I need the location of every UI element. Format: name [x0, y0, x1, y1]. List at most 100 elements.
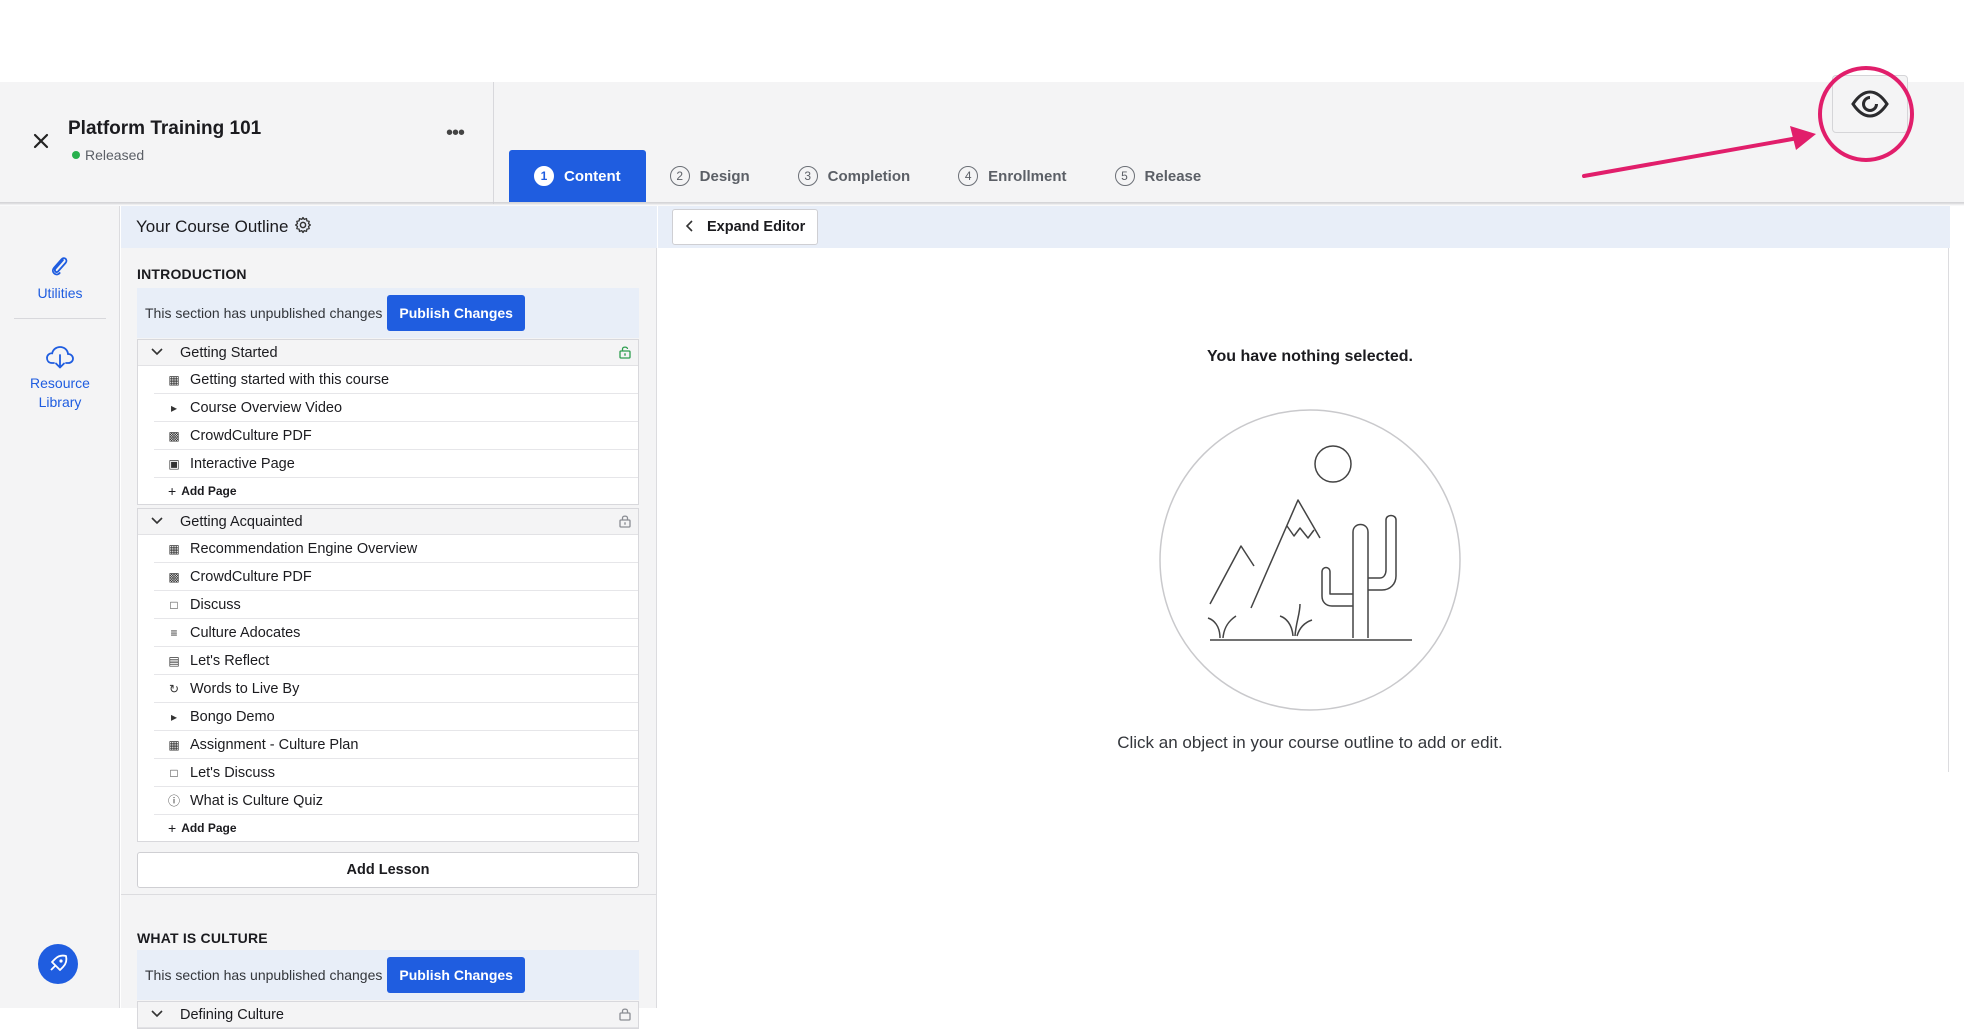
cloud-download-icon [46, 346, 74, 369]
editor-border [1948, 248, 1949, 772]
tab-number: 5 [1114, 166, 1135, 186]
tab-release[interactable]: 5 Release [1091, 150, 1226, 202]
chevron-down-icon[interactable] [150, 1008, 166, 1022]
header-divider [493, 82, 494, 204]
unpublished-text: This section has unpublished changes [145, 967, 383, 983]
publish-changes-button[interactable]: Publish Changes [387, 957, 525, 993]
editor-toolbar [658, 206, 1950, 248]
page-row[interactable]: ▣ Interactive Page [154, 450, 638, 478]
page-row[interactable]: ▩ CrowdCulture PDF [154, 422, 638, 450]
course-outline-panel: Your Course Outline INTRODUCTION This se… [121, 206, 657, 1029]
page-title: Course Overview Video [190, 399, 343, 416]
page-row[interactable]: ▩ CrowdCulture PDF [154, 563, 638, 591]
page-title: Assignment - Culture Plan [190, 736, 359, 753]
tab-completion[interactable]: 3 Completion [774, 150, 935, 202]
tab-design[interactable]: 2 Design [646, 150, 774, 202]
rail-resource-label-1: Resource [30, 375, 90, 391]
close-icon[interactable] [28, 128, 54, 154]
tab-label: Content [564, 167, 621, 185]
document-icon: ▦ [168, 372, 180, 387]
page-row[interactable]: ▦ Getting started with this course [154, 366, 638, 394]
repeat-icon: ↻ [168, 681, 180, 696]
add-page-button[interactable]: + Add Page [154, 478, 638, 504]
page-row[interactable]: □ Discuss [154, 591, 638, 619]
chevron-down-icon[interactable] [150, 515, 166, 529]
lesson-title: Defining Culture [180, 1006, 284, 1023]
tab-number: 4 [958, 166, 979, 186]
tab-enrollment[interactable]: 4 Enrollment [934, 150, 1090, 202]
page-row[interactable]: ↻ Words to Live By [154, 675, 638, 703]
assignment-icon: ▦ [168, 737, 180, 752]
page-title: What is Culture Quiz [190, 792, 323, 809]
status-label: Released [85, 147, 145, 163]
section-title: INTRODUCTION [137, 266, 247, 282]
empty-state-title: You have nothing selected. [1207, 348, 1413, 365]
lesson-header[interactable]: Getting Started [138, 340, 638, 366]
lesson-header[interactable]: Getting Acquainted [138, 509, 638, 535]
chevron-down-icon[interactable] [150, 346, 166, 360]
launch-button[interactable] [38, 944, 78, 984]
video-icon: ▸ [170, 709, 178, 724]
course-tabs: 1 Content 2 Design 3 Completion 4 Enroll… [509, 150, 1225, 202]
page-title: Let's Discuss [190, 764, 275, 781]
page-title: CrowdCulture PDF [190, 568, 312, 585]
outline-header: Your Course Outline [121, 206, 657, 248]
publish-changes-button[interactable]: Publish Changes [387, 295, 525, 331]
rail-utilities-label: Utilities [37, 285, 83, 301]
empty-state-hint: Click an object in your course outline t… [1117, 733, 1503, 752]
lesson-header[interactable]: Defining Culture [138, 1002, 638, 1028]
unlocked-icon[interactable] [618, 345, 632, 359]
page-row[interactable]: ▦ Recommendation Engine Overview [154, 535, 638, 563]
tab-label: Release [1144, 167, 1202, 185]
lesson-block: Getting Started ▦ Getting started with th… [137, 339, 639, 505]
tab-label: Enrollment [988, 167, 1067, 185]
tab-label: Completion [827, 167, 911, 185]
page-row[interactable]: ▸ Bongo Demo [154, 703, 638, 731]
reflection-icon: ▤ [168, 653, 180, 668]
rail-resource-label-2: Library [38, 394, 82, 410]
page-row[interactable]: ▦ Assignment - Culture Plan [154, 731, 638, 759]
discussion-icon: □ [170, 597, 178, 612]
unpublished-banner: This section has unpublished changes Pub… [137, 288, 639, 338]
rocket-icon [50, 954, 68, 971]
page-row[interactable]: ▤ Let's Reflect [154, 647, 638, 675]
tab-number: 3 [797, 166, 818, 186]
discussion-icon: □ [170, 765, 178, 780]
lesson-title: Getting Started [180, 344, 278, 361]
paperclip-icon [51, 257, 68, 276]
add-page-label: Add Page [181, 484, 237, 498]
page-title: Getting started with this course [190, 371, 390, 388]
tab-number: 2 [669, 166, 690, 186]
page-row[interactable]: ≡ Culture Adocates [154, 619, 638, 647]
eye-icon [1851, 90, 1889, 118]
add-lesson-button[interactable]: Add Lesson [137, 852, 639, 888]
expand-editor-button[interactable]: Expand Editor [672, 209, 819, 245]
page-title: Recommendation Engine Overview [190, 540, 418, 557]
expand-editor-label: Expand Editor [707, 219, 806, 235]
chevron-left-icon [685, 219, 695, 236]
left-rail: Utilities Resource Library [0, 206, 120, 1008]
lock-icon[interactable] [618, 514, 632, 528]
plus-icon: + [168, 820, 177, 836]
rail-resource-library[interactable]: Resource Library [0, 344, 120, 410]
rail-divider [14, 318, 106, 319]
add-page-label: Add Page [181, 821, 237, 835]
add-page-button[interactable]: + Add Page [154, 815, 638, 841]
unpublished-text: This section has unpublished changes [145, 305, 383, 321]
rail-utilities[interactable]: Utilities [0, 254, 120, 301]
preview-button[interactable] [1832, 75, 1908, 133]
gear-icon[interactable] [294, 216, 312, 239]
page-row[interactable]: ▸ Course Overview Video [154, 394, 638, 422]
more-options-button[interactable]: ••• [446, 123, 470, 144]
page-title: Discuss [190, 596, 241, 613]
tab-content[interactable]: 1 Content [509, 150, 646, 202]
page-row[interactable]: ⓘ What is Culture Quiz [154, 787, 638, 815]
page-title: Bongo Demo [190, 708, 275, 725]
video-icon: ▸ [170, 400, 178, 415]
status-dot-icon [72, 151, 80, 159]
plus-icon: + [168, 483, 177, 499]
page-title: CrowdCulture PDF [190, 427, 312, 444]
lock-icon[interactable] [618, 1007, 632, 1021]
pdf-icon: ▩ [168, 569, 180, 584]
page-row[interactable]: □ Let's Discuss [154, 759, 638, 787]
